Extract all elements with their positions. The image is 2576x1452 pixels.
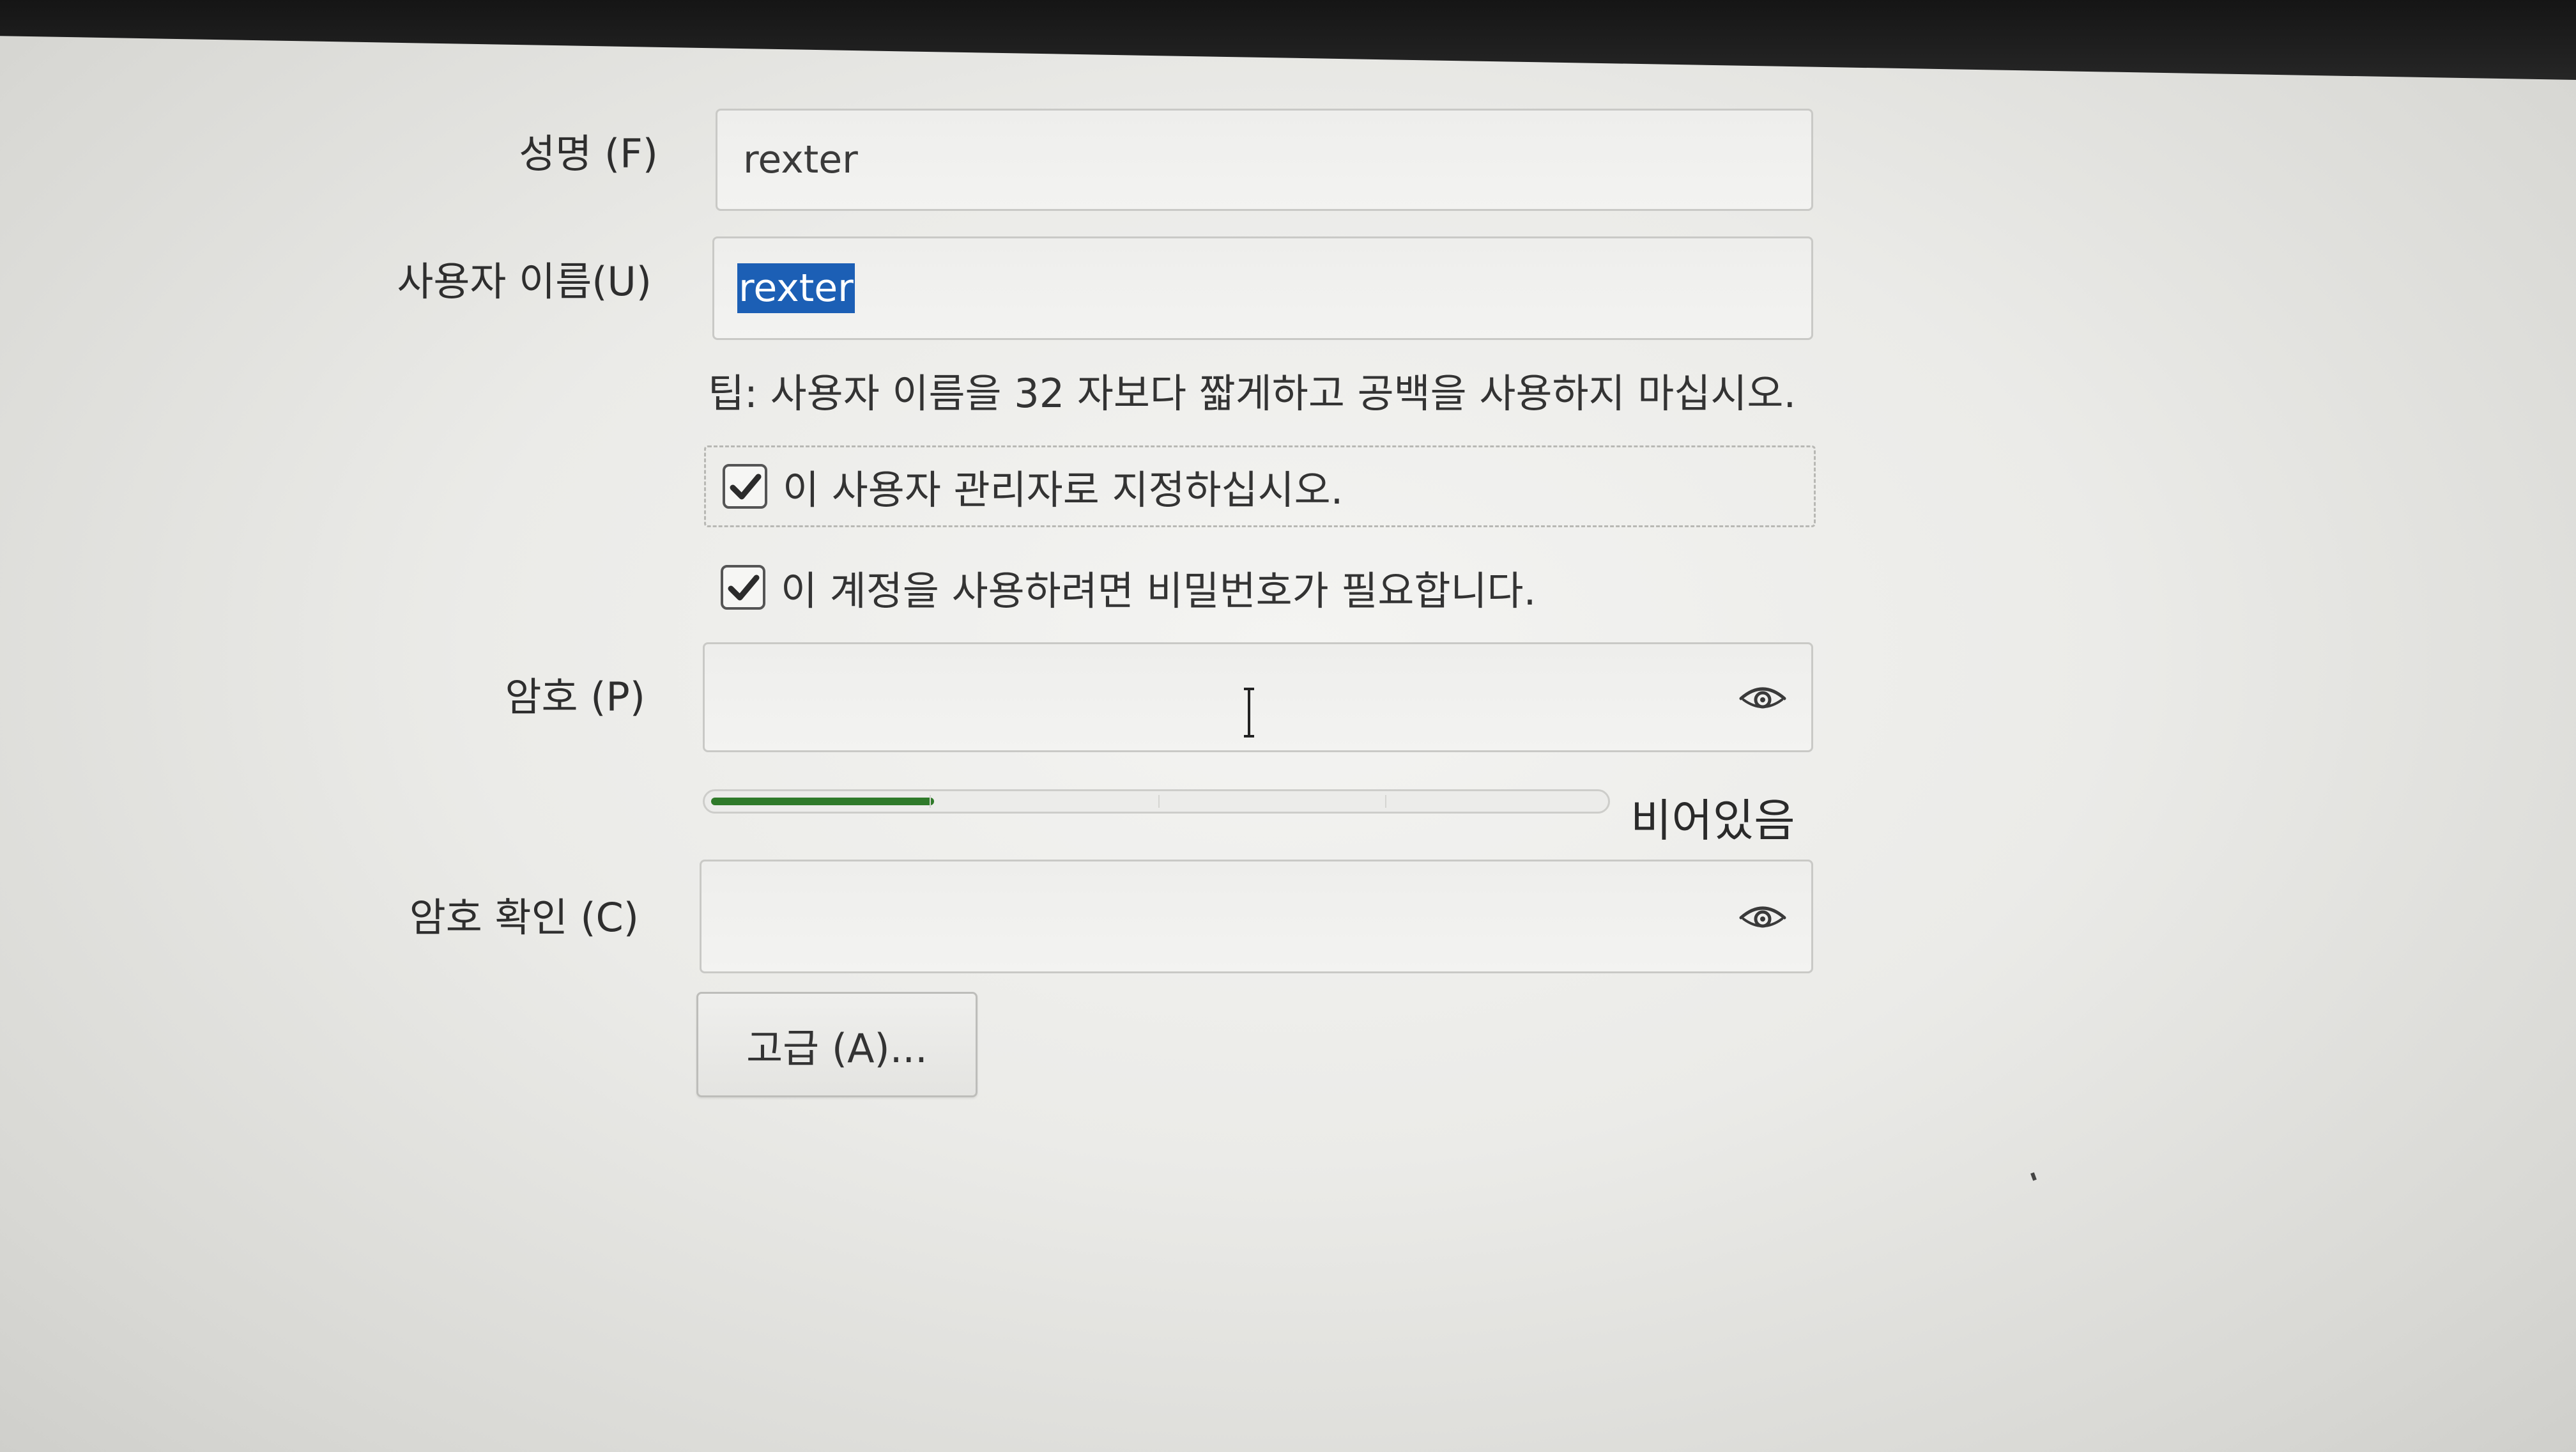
meter-segment-divider [930, 795, 931, 808]
confirm-password-input[interactable] [700, 860, 1813, 973]
eye-icon[interactable] [1737, 678, 1788, 716]
screen-speck [2030, 1172, 2037, 1181]
advanced-button[interactable]: 고급 (A)... [696, 992, 977, 1097]
admin-checkbox[interactable] [723, 464, 767, 509]
meter-segment-divider [1158, 795, 1160, 808]
confirm-password-label: 암호 확인 (C) [409, 894, 639, 941]
user-account-form: 성명 (F) rexter 사용자 이름(U) rexter 팁: 사용자 이름… [0, 0, 2576, 1452]
password-strength-text: 비어있음 [1630, 794, 1795, 847]
require-password-checkbox-row[interactable]: 이 계정을 사용하려면 비밀번호가 필요합니다. [704, 546, 1816, 628]
advanced-button-label: 고급 (A)... [746, 1024, 928, 1072]
password-input[interactable] [703, 642, 1813, 752]
password-strength-meter [703, 789, 1610, 814]
require-password-checkbox-label: 이 계정을 사용하려면 비밀번호가 필요합니다. [781, 568, 1537, 614]
check-icon [728, 575, 760, 601]
check-icon [730, 474, 762, 500]
eye-icon[interactable] [1737, 897, 1788, 936]
username-selected-text: rexter [737, 263, 855, 313]
admin-checkbox-row[interactable]: 이 사용자 관리자로 지정하십시오. [704, 445, 1816, 527]
admin-checkbox-label: 이 사용자 관리자로 지정하십시오. [783, 467, 1344, 513]
username-value-wrapper: rexter [737, 263, 855, 313]
full-name-label: 성명 (F) [519, 130, 658, 177]
text-cursor-icon [1244, 688, 1254, 738]
meter-segment-divider [1385, 795, 1386, 808]
full-name-value: rexter [743, 137, 858, 182]
username-label: 사용자 이름(U) [397, 258, 652, 305]
username-input[interactable]: rexter [712, 236, 1813, 340]
password-label: 암호 (P) [505, 674, 645, 720]
password-strength-fill [711, 798, 934, 805]
require-password-checkbox[interactable] [721, 565, 765, 610]
username-tip: 팁: 사용자 이름을 32 자보다 짧게하고 공백을 사용하지 마십시오. [708, 370, 1797, 417]
full-name-input[interactable]: rexter [716, 109, 1813, 211]
